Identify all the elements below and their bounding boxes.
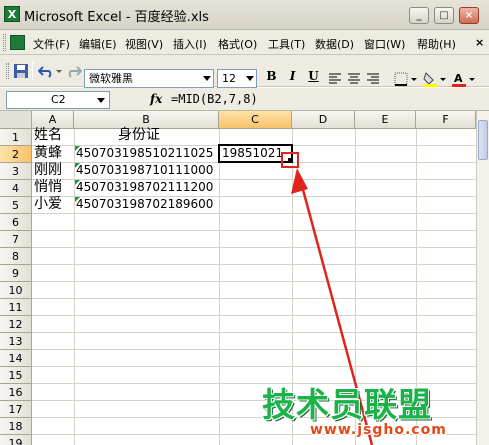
arrow-head [291, 168, 308, 194]
watermark-title: 技术员联盟 [262, 385, 432, 424]
watermark-url: www.jsgho.com [310, 422, 447, 438]
site-watermark: 技术员联盟 www.jsgho.com [252, 378, 489, 445]
